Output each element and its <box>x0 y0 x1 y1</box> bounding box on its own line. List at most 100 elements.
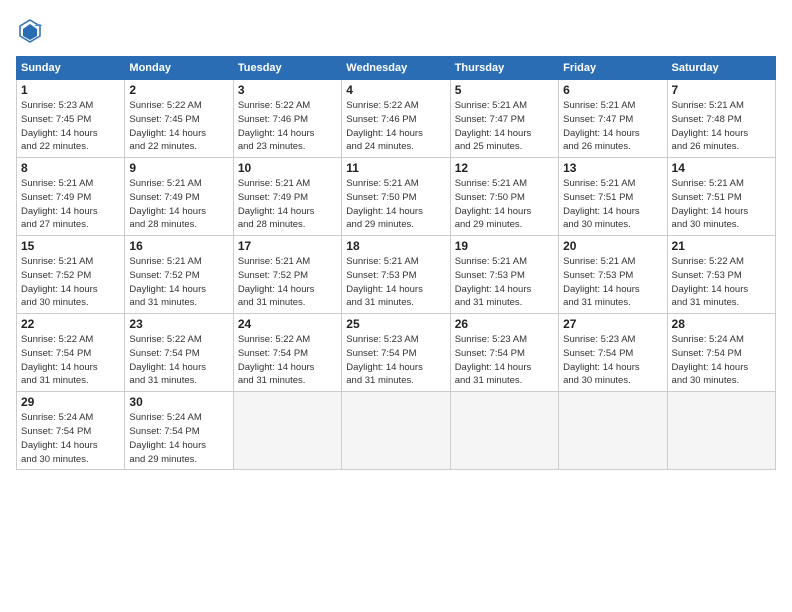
calendar-cell: 30 Sunrise: 5:24 AM Sunset: 7:54 PM Dayli… <box>125 392 233 470</box>
day-info: Sunrise: 5:23 AM Sunset: 7:54 PM Dayligh… <box>563 333 662 388</box>
day-number: 25 <box>346 317 445 331</box>
calendar-cell: 1 Sunrise: 5:23 AM Sunset: 7:45 PM Daylig… <box>17 80 125 158</box>
day-number: 20 <box>563 239 662 253</box>
day-info: Sunrise: 5:21 AM Sunset: 7:51 PM Dayligh… <box>672 177 771 232</box>
calendar-cell <box>667 392 775 470</box>
day-info: Sunrise: 5:22 AM Sunset: 7:54 PM Dayligh… <box>238 333 337 388</box>
day-info: Sunrise: 5:23 AM Sunset: 7:45 PM Dayligh… <box>21 99 120 154</box>
calendar-cell: 12 Sunrise: 5:21 AM Sunset: 7:50 PM Dayli… <box>450 158 558 236</box>
week-row-3: 15 Sunrise: 5:21 AM Sunset: 7:52 PM Dayli… <box>17 236 776 314</box>
calendar-cell <box>233 392 341 470</box>
day-info: Sunrise: 5:24 AM Sunset: 7:54 PM Dayligh… <box>672 333 771 388</box>
calendar-cell: 8 Sunrise: 5:21 AM Sunset: 7:49 PM Daylig… <box>17 158 125 236</box>
day-info: Sunrise: 5:21 AM Sunset: 7:52 PM Dayligh… <box>21 255 120 310</box>
day-number: 28 <box>672 317 771 331</box>
day-header-monday: Monday <box>125 57 233 80</box>
calendar-cell: 22Sunrise: 5:22 AM Sunset: 7:54 PM Dayli… <box>17 314 125 392</box>
calendar-cell: 14 Sunrise: 5:21 AM Sunset: 7:51 PM Dayli… <box>667 158 775 236</box>
day-number: 29 <box>21 395 120 409</box>
day-info: Sunrise: 5:21 AM Sunset: 7:47 PM Dayligh… <box>455 99 554 154</box>
week-row-5: 29 Sunrise: 5:24 AM Sunset: 7:54 PM Dayli… <box>17 392 776 470</box>
calendar-cell: 13Sunrise: 5:21 AM Sunset: 7:51 PM Dayli… <box>559 158 667 236</box>
calendar-header-row: SundayMondayTuesdayWednesdayThursdayFrid… <box>17 57 776 80</box>
calendar-cell: 6 Sunrise: 5:21 AM Sunset: 7:47 PM Daylig… <box>559 80 667 158</box>
day-info: Sunrise: 5:21 AM Sunset: 7:50 PM Dayligh… <box>346 177 445 232</box>
calendar-cell: 24Sunrise: 5:22 AM Sunset: 7:54 PM Dayli… <box>233 314 341 392</box>
day-info: Sunrise: 5:22 AM Sunset: 7:54 PM Dayligh… <box>21 333 120 388</box>
day-number: 12 <box>455 161 554 175</box>
calendar-cell: 27 Sunrise: 5:23 AM Sunset: 7:54 PM Dayli… <box>559 314 667 392</box>
day-number: 9 <box>129 161 228 175</box>
day-number: 2 <box>129 83 228 97</box>
calendar-cell: 25 Sunrise: 5:23 AM Sunset: 7:54 PM Dayli… <box>342 314 450 392</box>
calendar-cell: 18 Sunrise: 5:21 AM Sunset: 7:53 PM Dayli… <box>342 236 450 314</box>
calendar-cell <box>559 392 667 470</box>
day-info: Sunrise: 5:21 AM Sunset: 7:53 PM Dayligh… <box>346 255 445 310</box>
calendar-cell: 3 Sunrise: 5:22 AM Sunset: 7:46 PM Daylig… <box>233 80 341 158</box>
calendar-cell: 7Sunrise: 5:21 AM Sunset: 7:48 PM Daylig… <box>667 80 775 158</box>
day-info: Sunrise: 5:21 AM Sunset: 7:52 PM Dayligh… <box>238 255 337 310</box>
day-header-sunday: Sunday <box>17 57 125 80</box>
calendar-table: SundayMondayTuesdayWednesdayThursdayFrid… <box>16 56 776 470</box>
calendar-cell: 23 Sunrise: 5:22 AM Sunset: 7:54 PM Dayli… <box>125 314 233 392</box>
day-number: 5 <box>455 83 554 97</box>
day-header-thursday: Thursday <box>450 57 558 80</box>
day-number: 13 <box>563 161 662 175</box>
logo <box>16 16 48 44</box>
day-number: 11 <box>346 161 445 175</box>
calendar-cell: 20 Sunrise: 5:21 AM Sunset: 7:53 PM Dayli… <box>559 236 667 314</box>
day-number: 15 <box>21 239 120 253</box>
logo-icon <box>16 16 44 44</box>
day-number: 27 <box>563 317 662 331</box>
calendar-cell: 17 Sunrise: 5:21 AM Sunset: 7:52 PM Dayli… <box>233 236 341 314</box>
calendar-cell <box>342 392 450 470</box>
calendar-cell: 2 Sunrise: 5:22 AM Sunset: 7:45 PM Daylig… <box>125 80 233 158</box>
calendar-cell: 29 Sunrise: 5:24 AM Sunset: 7:54 PM Dayli… <box>17 392 125 470</box>
day-number: 10 <box>238 161 337 175</box>
calendar-cell: 15 Sunrise: 5:21 AM Sunset: 7:52 PM Dayli… <box>17 236 125 314</box>
calendar-cell: 4 Sunrise: 5:22 AM Sunset: 7:46 PM Daylig… <box>342 80 450 158</box>
week-row-4: 22Sunrise: 5:22 AM Sunset: 7:54 PM Dayli… <box>17 314 776 392</box>
day-info: Sunrise: 5:21 AM Sunset: 7:47 PM Dayligh… <box>563 99 662 154</box>
day-header-friday: Friday <box>559 57 667 80</box>
day-number: 17 <box>238 239 337 253</box>
day-number: 8 <box>21 161 120 175</box>
day-info: Sunrise: 5:22 AM Sunset: 7:46 PM Dayligh… <box>346 99 445 154</box>
day-info: Sunrise: 5:22 AM Sunset: 7:54 PM Dayligh… <box>129 333 228 388</box>
day-info: Sunrise: 5:22 AM Sunset: 7:46 PM Dayligh… <box>238 99 337 154</box>
day-number: 3 <box>238 83 337 97</box>
calendar-cell: 10Sunrise: 5:21 AM Sunset: 7:49 PM Dayli… <box>233 158 341 236</box>
day-info: Sunrise: 5:21 AM Sunset: 7:48 PM Dayligh… <box>672 99 771 154</box>
day-number: 26 <box>455 317 554 331</box>
calendar-cell <box>450 392 558 470</box>
day-number: 14 <box>672 161 771 175</box>
day-info: Sunrise: 5:24 AM Sunset: 7:54 PM Dayligh… <box>129 411 228 466</box>
day-info: Sunrise: 5:23 AM Sunset: 7:54 PM Dayligh… <box>455 333 554 388</box>
day-number: 4 <box>346 83 445 97</box>
day-info: Sunrise: 5:22 AM Sunset: 7:45 PM Dayligh… <box>129 99 228 154</box>
calendar-cell: 16Sunrise: 5:21 AM Sunset: 7:52 PM Dayli… <box>125 236 233 314</box>
day-number: 19 <box>455 239 554 253</box>
calendar-cell: 26 Sunrise: 5:23 AM Sunset: 7:54 PM Dayli… <box>450 314 558 392</box>
day-info: Sunrise: 5:21 AM Sunset: 7:50 PM Dayligh… <box>455 177 554 232</box>
day-number: 23 <box>129 317 228 331</box>
day-info: Sunrise: 5:21 AM Sunset: 7:53 PM Dayligh… <box>563 255 662 310</box>
week-row-1: 1 Sunrise: 5:23 AM Sunset: 7:45 PM Daylig… <box>17 80 776 158</box>
day-number: 21 <box>672 239 771 253</box>
day-header-saturday: Saturday <box>667 57 775 80</box>
day-number: 18 <box>346 239 445 253</box>
day-info: Sunrise: 5:21 AM Sunset: 7:53 PM Dayligh… <box>455 255 554 310</box>
day-number: 16 <box>129 239 228 253</box>
day-number: 30 <box>129 395 228 409</box>
day-info: Sunrise: 5:21 AM Sunset: 7:49 PM Dayligh… <box>21 177 120 232</box>
day-info: Sunrise: 5:24 AM Sunset: 7:54 PM Dayligh… <box>21 411 120 466</box>
day-info: Sunrise: 5:23 AM Sunset: 7:54 PM Dayligh… <box>346 333 445 388</box>
calendar-cell: 9Sunrise: 5:21 AM Sunset: 7:49 PM Daylig… <box>125 158 233 236</box>
day-header-tuesday: Tuesday <box>233 57 341 80</box>
header <box>16 16 776 44</box>
day-number: 6 <box>563 83 662 97</box>
day-number: 1 <box>21 83 120 97</box>
week-row-2: 8 Sunrise: 5:21 AM Sunset: 7:49 PM Daylig… <box>17 158 776 236</box>
calendar-cell: 19 Sunrise: 5:21 AM Sunset: 7:53 PM Dayli… <box>450 236 558 314</box>
page: SundayMondayTuesdayWednesdayThursdayFrid… <box>0 0 792 612</box>
